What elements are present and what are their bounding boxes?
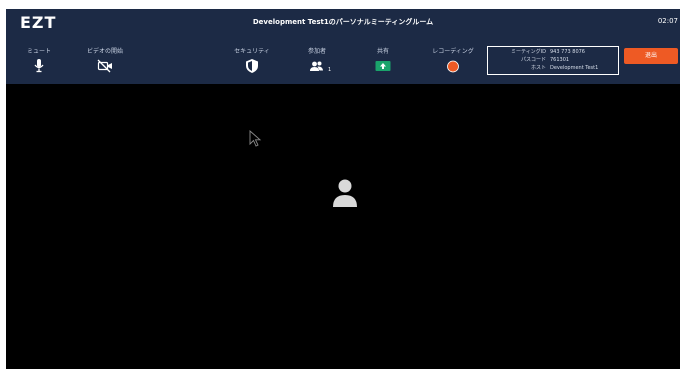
host-value: Development Test1	[550, 65, 599, 71]
share-screen-button[interactable]: 共有	[348, 47, 418, 74]
mute-label: ミュート	[26, 48, 51, 55]
microphone-icon	[34, 59, 44, 73]
meeting-id-row: ミーティングID 943 773 8076	[488, 48, 618, 56]
meeting-id-value: 943 773 8076	[550, 49, 585, 55]
participants-button[interactable]: 参加者 1	[282, 47, 352, 74]
meeting-id-key: ミーティングID	[510, 49, 546, 55]
meeting-toolbar: ミュート ビデオの開始 セキュリティ 参加者 1 共有 レコーディング ミーティ…	[6, 37, 680, 84]
record-dot-icon	[447, 60, 459, 73]
title-bar: EZT Development Test1のパーソナルミーティングルーム 02:…	[6, 9, 680, 37]
mouse-cursor-icon	[249, 130, 262, 147]
security-button[interactable]: セキュリティ	[217, 47, 287, 74]
shield-icon	[246, 59, 258, 73]
window-title: Development Test1のパーソナルミーティングルーム	[252, 18, 434, 26]
passcode-key: パスコード	[520, 57, 546, 63]
meeting-info-panel: ミーティングID 943 773 8076 パスコード 761301 ホスト D…	[487, 46, 619, 75]
passcode-value: 761301	[550, 57, 570, 63]
mute-button[interactable]: ミュート	[6, 47, 74, 74]
people-icon	[310, 61, 323, 71]
participants-count: 1	[328, 67, 332, 73]
host-key: ホスト	[530, 65, 546, 71]
participants-label: 参加者	[307, 48, 326, 55]
clock: 02:07	[657, 17, 678, 25]
passcode-row: パスコード 761301	[488, 56, 618, 64]
share-screen-icon	[375, 61, 391, 71]
video-label: ビデオの開始	[86, 48, 123, 55]
share-label: 共有	[376, 48, 389, 55]
leave-button[interactable]: 退出	[624, 48, 678, 64]
meeting-window: EZT Development Test1のパーソナルミーティングルーム 02:…	[6, 9, 680, 369]
recording-label: レコーディング	[432, 48, 474, 55]
start-video-button[interactable]: ビデオの開始	[70, 47, 140, 74]
user-avatar-icon	[333, 179, 357, 207]
host-row: ホスト Development Test1	[488, 64, 618, 72]
video-off-icon	[97, 59, 112, 73]
security-label: セキュリティ	[234, 48, 270, 55]
recording-button[interactable]: レコーディング	[418, 47, 488, 74]
video-stage	[6, 84, 680, 369]
